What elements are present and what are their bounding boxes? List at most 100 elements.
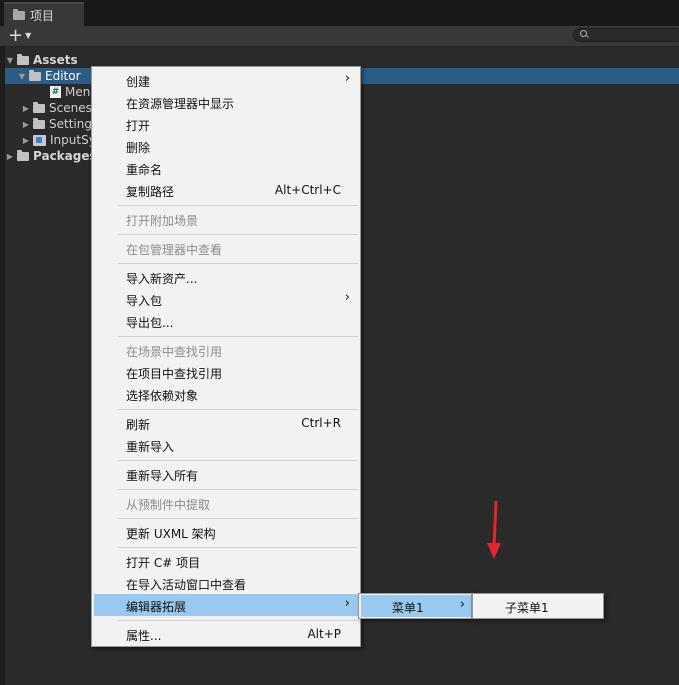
menu-item-label: 导入新资产... (126, 272, 198, 286)
menu-item-label: 打开附加场景 (126, 214, 199, 228)
menu-item-view-in-import-activity[interactable]: 在导入活动窗口中查看 (92, 572, 360, 594)
chevron-right-icon: › (344, 596, 350, 611)
tree-item-label: Men (65, 85, 91, 99)
shortcut-label: Alt+P (307, 627, 341, 641)
menu-item-label: 重新导入 (126, 440, 175, 454)
menu-item-label: 创建 (126, 75, 151, 89)
chevron-right-icon: › (459, 597, 465, 612)
menu-separator (118, 460, 358, 461)
menu-item-import-new-asset[interactable]: 导入新资产... (92, 266, 360, 288)
menu-item-select-dependencies[interactable]: 选择依赖对象 (92, 383, 360, 405)
shortcut-label: Ctrl+R (301, 416, 341, 430)
window-titlebar: 项目 (0, 0, 679, 26)
menu-item-menu1[interactable]: 菜单1 › (361, 595, 471, 617)
tree-item-assets[interactable]: ▼ Assets (5, 52, 78, 68)
tree-item-label: Packages (33, 149, 97, 163)
menu-separator (118, 620, 358, 621)
menu-item-label: 复制路径 (126, 185, 175, 199)
expand-arrow-icon[interactable]: ▶ (5, 152, 15, 161)
menu-item-open-csharp-project[interactable]: 打开 C# 项目 (92, 550, 360, 572)
expand-arrow-icon[interactable]: ▶ (21, 104, 31, 113)
menu-item-show-in-explorer[interactable]: 在资源管理器中显示 (92, 91, 360, 113)
menu-item-export-package[interactable]: 导出包... (92, 310, 360, 332)
expand-arrow-icon[interactable]: ▶ (21, 120, 31, 129)
menu-item-label: 属性... (126, 629, 162, 643)
menu-item-label: 刷新 (126, 418, 151, 432)
menu-item-update-uxml-schema[interactable]: 更新 UXML 架构 (92, 521, 360, 543)
tree-item-label: Setting (49, 117, 92, 131)
project-toolbar: + ▼ (0, 26, 679, 47)
folder-open-icon (29, 69, 41, 81)
menu-item-label: 打开 C# 项目 (126, 556, 201, 570)
chevron-right-icon: › (344, 290, 350, 305)
menu-item-find-references-in-project[interactable]: 在项目中查找引用 (92, 361, 360, 383)
tree-item-packages[interactable]: ▶ Packages (5, 148, 97, 164)
menu-item-extract-from-prefab: 从预制件中提取 (92, 492, 360, 514)
window-border (0, 46, 5, 685)
menu-item-label: 编辑器拓展 (126, 600, 187, 614)
folder-icon (33, 117, 45, 129)
folder-icon (33, 101, 45, 113)
menu-separator (118, 234, 358, 235)
folder-icon (17, 53, 29, 65)
menu-item-refresh[interactable]: 刷新 Ctrl+R (92, 412, 360, 434)
menu-item-import-package[interactable]: 导入包 › (92, 288, 360, 310)
menu-separator (118, 409, 358, 410)
menu-item-label: 在项目中查找引用 (126, 367, 223, 381)
tree-item-label: Scenes (49, 101, 92, 115)
menu-item-label: 在包管理器中查看 (126, 243, 223, 257)
menu-item-editor-extension[interactable]: 编辑器拓展 › (94, 594, 358, 616)
menu-separator (118, 547, 358, 548)
menu-item-label: 删除 (126, 141, 151, 155)
menu-separator (118, 489, 358, 490)
menu-item-label: 在场景中查找引用 (126, 345, 223, 359)
menu-item-label: 更新 UXML 架构 (126, 527, 216, 541)
tree-item-label: Editor (45, 69, 81, 83)
csharp-script-icon: # (50, 86, 61, 98)
menu-item-label: 重命名 (126, 163, 163, 177)
context-menu: 创建 › 在资源管理器中显示 打开 删除 重命名 复制路径 Alt+Ctrl+C… (91, 66, 361, 647)
tree-item-scenes[interactable]: ▶ Scenes (21, 100, 92, 116)
search-input[interactable] (573, 28, 679, 42)
menu-item-delete[interactable]: 删除 (92, 135, 360, 157)
add-button[interactable]: + ▼ (8, 27, 32, 45)
tree-item-inputsystem[interactable]: ▶ InputSy (21, 132, 96, 148)
menu-item-submenu1[interactable]: 子菜单1 (473, 595, 603, 617)
menu-item-reimport[interactable]: 重新导入 (92, 434, 360, 456)
menu-item-label: 菜单1 (392, 601, 424, 615)
tree-item-settings[interactable]: ▶ Setting (21, 116, 92, 132)
menu-item-open-additive-scene: 打开附加场景 (92, 208, 360, 230)
folder-icon (17, 149, 29, 161)
menu-item-create[interactable]: 创建 › (92, 69, 360, 91)
menu-item-copy-path[interactable]: 复制路径 Alt+Ctrl+C (92, 179, 360, 201)
menu-item-label: 在导入活动窗口中查看 (126, 578, 247, 592)
search-icon (580, 30, 587, 37)
tree-item-script[interactable]: # Men (48, 84, 90, 100)
expand-arrow-icon[interactable]: ▶ (21, 136, 31, 145)
menu-item-label: 子菜单1 (505, 601, 549, 615)
tab-project[interactable]: 项目 (4, 2, 84, 26)
menu-item-view-in-package-manager: 在包管理器中查看 (92, 237, 360, 259)
expand-arrow-icon[interactable]: ▼ (5, 56, 15, 65)
menu-separator (118, 518, 358, 519)
menu-item-find-references-in-scene: 在场景中查找引用 (92, 339, 360, 361)
menu-item-label: 导入包 (126, 294, 163, 308)
menu-item-reimport-all[interactable]: 重新导入所有 (92, 463, 360, 485)
menu-item-label: 导出包... (126, 316, 174, 330)
shortcut-label: Alt+Ctrl+C (274, 183, 341, 197)
chevron-down-icon: ▼ (25, 31, 32, 40)
menu-item-open[interactable]: 打开 (92, 113, 360, 135)
tree-item-label: Assets (33, 53, 78, 67)
submenu-level2: 子菜单1 (472, 593, 604, 619)
folder-icon (13, 8, 25, 20)
menu-separator (118, 205, 358, 206)
menu-item-properties[interactable]: 属性... Alt+P (92, 623, 360, 645)
menu-item-label: 从预制件中提取 (126, 498, 211, 512)
tab-project-label: 项目 (30, 8, 55, 23)
menu-item-label: 重新导入所有 (126, 469, 199, 483)
menu-separator (118, 336, 358, 337)
menu-separator (118, 263, 358, 264)
input-settings-icon (33, 134, 46, 146)
expand-arrow-icon[interactable]: ▼ (17, 72, 27, 81)
menu-item-rename[interactable]: 重命名 (92, 157, 360, 179)
